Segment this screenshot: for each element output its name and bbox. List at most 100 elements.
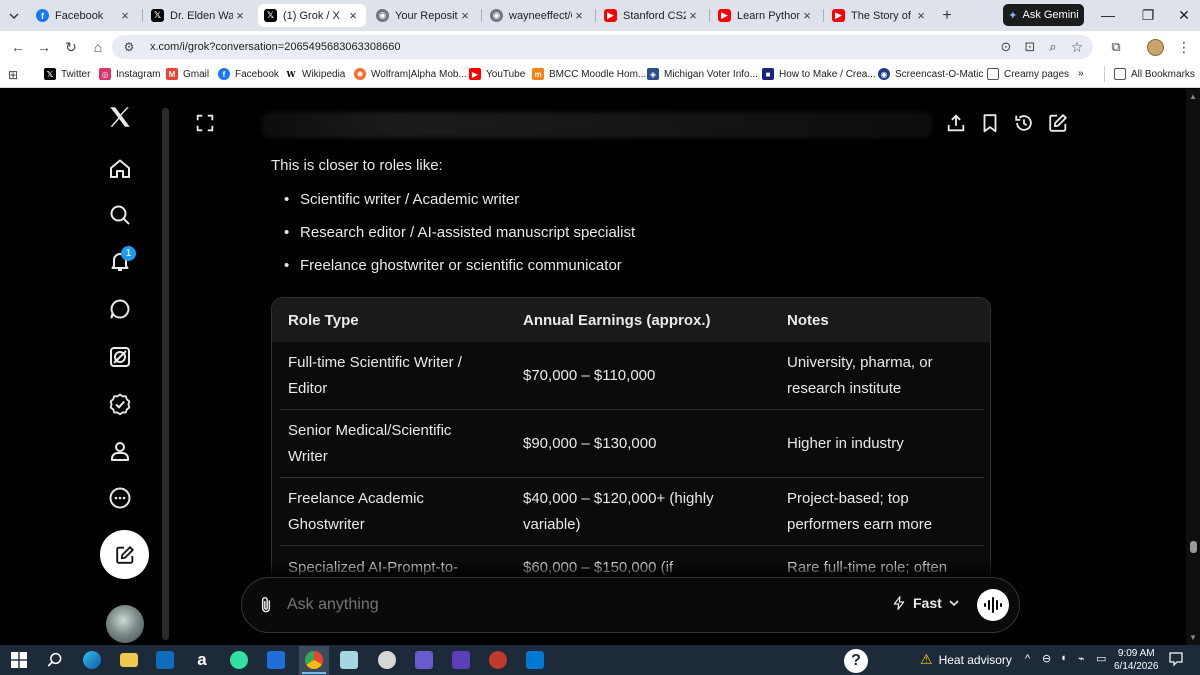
- chrome-menu-icon[interactable]: ⋮: [1174, 37, 1194, 57]
- bookmark-twitter[interactable]: 𝕏 Twitter: [44, 68, 90, 80]
- all-bookmarks-folder[interactable]: All Bookmarks: [1114, 68, 1195, 80]
- scroll-up-arrow-icon[interactable]: ▲: [1189, 92, 1197, 101]
- voice-mode-button[interactable]: [977, 589, 1009, 621]
- close-tab-icon[interactable]: ×: [233, 8, 247, 23]
- bookmark-wolfram[interactable]: ✺ Wolfram|Alpha Mob...: [354, 68, 467, 80]
- close-tab-icon[interactable]: ×: [346, 8, 360, 23]
- bookmark-creamy-pages[interactable]: Creamy pages: [987, 68, 1069, 80]
- close-tab-icon[interactable]: ×: [686, 8, 700, 23]
- home-icon[interactable]: [104, 153, 136, 185]
- bookmark-wikipedia[interactable]: W Wikipedia: [285, 68, 345, 80]
- profile-person-icon[interactable]: [104, 435, 136, 467]
- battery-icon[interactable]: ▭: [1096, 652, 1106, 665]
- expand-fullscreen-icon[interactable]: [194, 112, 216, 134]
- close-tab-icon[interactable]: ×: [800, 8, 814, 23]
- location-pin-icon[interactable]: ⊙: [996, 37, 1016, 57]
- tab-stanford-cs229[interactable]: ▶ Stanford CS229 ×: [598, 4, 706, 27]
- vscode-icon[interactable]: [524, 649, 546, 671]
- table-cell-earnings: $90,000 – $130,000: [523, 431, 656, 457]
- zoom-icon[interactable]: ⌕: [1043, 37, 1063, 57]
- site-info-icon[interactable]: ⚙: [119, 37, 139, 57]
- minimize-window-icon[interactable]: —: [1094, 5, 1122, 25]
- url-text[interactable]: x.com/i/grok?conversation=20654956830633…: [150, 41, 400, 53]
- network-icon[interactable]: ⌁: [1078, 652, 1085, 665]
- tray-overflow-chevron-icon[interactable]: ^: [1025, 653, 1030, 665]
- page-scrollbar[interactable]: [1186, 89, 1200, 645]
- home-icon[interactable]: ⌂: [88, 37, 108, 57]
- bookmark-gmail[interactable]: M Gmail: [166, 68, 209, 80]
- new-chat-edit-icon[interactable]: [1047, 112, 1069, 134]
- more-options-icon[interactable]: [104, 482, 136, 514]
- restore-window-icon[interactable]: ❐: [1134, 5, 1162, 25]
- apps-grid-icon[interactable]: ⊞: [8, 68, 18, 82]
- notes-app-icon[interactable]: [338, 649, 360, 671]
- close-tab-icon[interactable]: ×: [458, 8, 472, 23]
- ask-anything-input[interactable]: Ask anything: [287, 596, 379, 614]
- bookmark-michigan-voter[interactable]: ◈ Michigan Voter Info...: [647, 68, 758, 80]
- x-logo-icon[interactable]: [104, 101, 136, 133]
- photos-app-icon[interactable]: [265, 649, 287, 671]
- tab-facebook[interactable]: f Facebook ×: [30, 4, 138, 27]
- weather-alert-widget[interactable]: ⚠ Heat advisory: [920, 651, 1012, 668]
- notification-center-icon[interactable]: [1168, 651, 1184, 667]
- close-tab-icon[interactable]: ×: [118, 8, 132, 23]
- history-icon[interactable]: [1013, 112, 1035, 134]
- bookmark-screencast[interactable]: ◉ Screencast-O-Matic: [878, 68, 983, 80]
- grok-icon[interactable]: [104, 341, 136, 373]
- tab-story-of-python[interactable]: ▶ The Story of Py ×: [826, 4, 934, 27]
- help-question-icon[interactable]: ?: [844, 649, 868, 673]
- bookmark-instagram[interactable]: ◎ Instagram: [99, 68, 160, 80]
- compose-post-button[interactable]: [100, 530, 149, 579]
- scrollbar-thumb[interactable]: [1190, 541, 1197, 553]
- chrome-browser-icon[interactable]: [303, 649, 325, 671]
- share-upload-icon[interactable]: [945, 112, 967, 134]
- game-character-icon[interactable]: [487, 649, 509, 671]
- bookmark-bmcc-moodle[interactable]: m BMCC Moodle Hom...: [532, 68, 646, 80]
- extensions-puzzle-icon[interactable]: ⧉: [1106, 37, 1126, 57]
- bookmark-facebook[interactable]: f Facebook: [218, 68, 279, 80]
- bookmark-youtube[interactable]: ▶ YouTube: [469, 68, 525, 80]
- verified-badge-icon[interactable]: [104, 388, 136, 420]
- forward-arrow-icon[interactable]: →: [34, 37, 54, 57]
- profile-avatar-icon[interactable]: [1147, 39, 1164, 56]
- amazon-icon[interactable]: a: [191, 649, 213, 671]
- sidebar-scrollbar[interactable]: [162, 108, 169, 640]
- tab-learn-python[interactable]: ▶ Learn Python in ×: [712, 4, 820, 27]
- account-avatar[interactable]: [106, 605, 144, 643]
- bookmarks-overflow-button[interactable]: »: [1078, 68, 1084, 79]
- outlook-icon[interactable]: [154, 649, 176, 671]
- messages-bubble-icon[interactable]: [104, 293, 136, 325]
- bookmark-icon[interactable]: [979, 112, 1001, 134]
- close-window-icon[interactable]: ✕: [1170, 5, 1198, 25]
- scroll-down-arrow-icon[interactable]: ▼: [1189, 633, 1197, 642]
- media-app-icon[interactable]: [376, 649, 398, 671]
- close-tab-icon[interactable]: ×: [572, 8, 586, 23]
- tab-grok[interactable]: 𝕏 (1) Grok / X ×: [258, 4, 366, 27]
- tripadvisor-icon[interactable]: [228, 649, 250, 671]
- reload-icon[interactable]: ↻: [61, 37, 81, 57]
- edge-browser-icon[interactable]: [81, 649, 103, 671]
- gemini-sparkle-icon: ✦: [1008, 9, 1018, 22]
- ask-gemini-button[interactable]: ✦ Ask Gemini: [1003, 4, 1084, 26]
- install-app-icon[interactable]: ⊡: [1020, 37, 1040, 57]
- tab-your-repositories[interactable]: ◉ Your Repositor ×: [370, 4, 478, 27]
- tab-wayneeffect[interactable]: ◉ wayneeffect/C ×: [484, 4, 592, 27]
- back-arrow-icon[interactable]: ←: [8, 37, 28, 57]
- tray-app-icon[interactable]: ⊖: [1042, 652, 1051, 665]
- close-tab-icon[interactable]: ×: [914, 8, 928, 23]
- video-app-icon[interactable]: [450, 649, 472, 671]
- model-mode-selector[interactable]: Fast: [891, 595, 960, 611]
- volume-speaker-icon[interactable]: ◖: [1060, 652, 1067, 664]
- windows-start-icon[interactable]: [8, 649, 30, 671]
- new-tab-plus-icon[interactable]: +: [938, 7, 956, 25]
- game-app-icon[interactable]: [413, 649, 435, 671]
- taskbar-search-icon[interactable]: [44, 649, 66, 671]
- attach-paperclip-icon[interactable]: [256, 594, 276, 616]
- taskbar-clock[interactable]: 9:09 AM 6/14/2026: [1114, 647, 1159, 673]
- file-explorer-icon[interactable]: [118, 649, 140, 671]
- tab-search-chevron-icon[interactable]: [6, 8, 22, 24]
- search-icon[interactable]: [104, 199, 136, 231]
- tab-elden-wayne[interactable]: 𝕏 Dr. Elden Wayn ×: [145, 4, 253, 27]
- bookmark-how-to-make[interactable]: ■ How to Make / Crea...: [762, 68, 876, 80]
- bookmark-star-icon[interactable]: ☆: [1067, 37, 1087, 57]
